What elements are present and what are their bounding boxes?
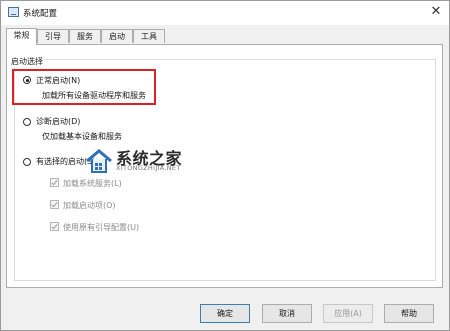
normal-startup-radio[interactable] [23, 76, 31, 84]
load-startup-items-checkbox[interactable] [50, 200, 59, 209]
watermark: 系统之家 XITONGZHIJIA.NET [84, 143, 214, 179]
apply-button[interactable]: 应用(A) [323, 304, 373, 323]
close-button[interactable]: ✕ [429, 4, 443, 20]
normal-startup-label[interactable]: 正常启动(N) [36, 75, 80, 86]
diagnostic-startup-radio[interactable] [23, 118, 31, 126]
tab-boot[interactable]: 引导 [37, 29, 69, 43]
selective-startup-radio[interactable] [23, 158, 31, 166]
load-system-services-label: 加载系统服务(L) [63, 179, 122, 188]
watermark-subtitle: XITONGZHIJIA.NET [116, 164, 181, 172]
tab-tools[interactable]: 工具 [133, 29, 165, 43]
startup-selection-title: 启动选择 [10, 56, 44, 67]
normal-startup-description: 加载所有设备驱动程序和服务 [42, 91, 146, 100]
load-system-services-checkbox[interactable] [50, 178, 59, 187]
cancel-button[interactable]: 取消 [262, 304, 312, 323]
ok-button[interactable]: 确定 [200, 304, 250, 323]
title-bar: 系统配置 ✕ [1, 1, 449, 25]
diagnostic-startup-label[interactable]: 诊断启动(D) [36, 116, 80, 127]
load-startup-items-label: 加载启动项(O) [63, 201, 116, 210]
tab-startup[interactable]: 启动 [101, 29, 133, 43]
watermark-logo-icon [86, 149, 112, 173]
tab-general[interactable]: 常规 [6, 28, 37, 45]
diagnostic-startup-description: 仅加载基本设备和服务 [42, 132, 122, 141]
window-title: 系统配置 [23, 9, 58, 19]
use-original-boot-config-label: 使用原有引导配置(U) [63, 223, 140, 232]
system-config-app-icon [8, 7, 19, 17]
tab-services[interactable]: 服务 [69, 29, 101, 43]
use-original-boot-config-checkbox[interactable] [50, 222, 59, 231]
help-button[interactable]: 帮助 [384, 304, 434, 323]
